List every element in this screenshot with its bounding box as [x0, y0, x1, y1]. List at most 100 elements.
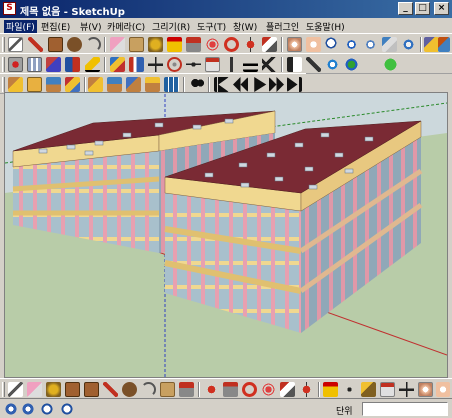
text-icon[interactable]: [205, 57, 220, 72]
axis-icon[interactable]: [243, 57, 258, 72]
follow-me-icon[interactable]: [261, 382, 276, 397]
plugin-icon[interactable]: [129, 57, 144, 72]
group-icon[interactable]: [27, 57, 42, 72]
measurement-input[interactable]: [362, 402, 448, 416]
circle-icon[interactable]: [67, 37, 82, 52]
make-component-icon[interactable]: [46, 57, 61, 72]
menu-view[interactable]: 뷰(V): [80, 20, 101, 33]
rotate-icon[interactable]: [224, 37, 239, 52]
orbit-icon[interactable]: [287, 37, 302, 52]
rectangle-icon[interactable]: [48, 37, 63, 52]
eraser-icon[interactable]: [27, 382, 42, 397]
paint-icon[interactable]: [46, 382, 61, 397]
pan-icon[interactable]: [436, 382, 450, 397]
minimize-button[interactable]: _: [398, 2, 413, 15]
credits-icon[interactable]: [21, 402, 35, 416]
position-camera-icon[interactable]: [382, 37, 397, 52]
menu-edit[interactable]: 편집(E): [41, 20, 70, 33]
menu-camera[interactable]: 카메라(C): [107, 20, 145, 33]
menu-window[interactable]: 창(W): [233, 20, 257, 33]
top-view-icon[interactable]: [145, 77, 160, 92]
geo-location-icon[interactable]: [4, 402, 18, 416]
warning-icon[interactable]: [85, 57, 100, 72]
rotate-icon[interactable]: [242, 382, 257, 397]
menu-draw[interactable]: 그리기(R): [152, 20, 190, 33]
arc-icon[interactable]: [86, 37, 101, 52]
protractor-icon[interactable]: [186, 57, 201, 72]
toolbar-grip[interactable]: [2, 382, 5, 397]
pencil-icon[interactable]: [103, 382, 118, 397]
toolbar-grip[interactable]: [2, 37, 5, 52]
close-button[interactable]: ×: [434, 2, 449, 15]
3d-text-icon[interactable]: [224, 57, 239, 72]
front-view-icon[interactable]: [164, 77, 179, 92]
paint-bucket-icon[interactable]: [148, 37, 163, 52]
front-view-icon[interactable]: [46, 77, 61, 92]
maximize-button[interactable]: □: [415, 2, 430, 15]
instructor-icon[interactable]: [40, 402, 54, 416]
move-icon[interactable]: [204, 382, 219, 397]
left-view-icon[interactable]: [126, 77, 141, 92]
cube-icon[interactable]: [110, 57, 125, 72]
shape-icon[interactable]: [160, 382, 175, 397]
eraser-icon[interactable]: [110, 37, 125, 52]
push-pull-icon[interactable]: [179, 382, 194, 397]
ie-icon[interactable]: [325, 57, 340, 72]
axes-icon[interactable]: [148, 57, 163, 72]
offset-icon[interactable]: [299, 382, 314, 397]
text-icon[interactable]: [380, 382, 395, 397]
model-scene[interactable]: [5, 93, 447, 377]
select-icon[interactable]: [8, 382, 23, 397]
zoom-extents-icon[interactable]: [344, 37, 359, 52]
pan-icon[interactable]: [306, 37, 321, 52]
wand-icon[interactable]: [287, 57, 302, 72]
orbit-icon[interactable]: [418, 382, 433, 397]
right-view-icon[interactable]: [65, 77, 80, 92]
component-icon[interactable]: [8, 57, 23, 72]
section-icon[interactable]: [424, 37, 439, 52]
scissor-icon[interactable]: [262, 57, 277, 72]
walk-icon[interactable]: [363, 37, 378, 52]
toolbar-grip[interactable]: [2, 77, 5, 92]
iso-view-icon[interactable]: [8, 77, 23, 92]
offset-icon[interactable]: [243, 37, 258, 52]
help-icon[interactable]: [383, 57, 398, 72]
scale-icon[interactable]: [280, 382, 295, 397]
menu-help[interactable]: 도움말(H): [306, 20, 345, 33]
circle-icon[interactable]: [122, 382, 137, 397]
globe-icon[interactable]: [344, 57, 359, 72]
tape-icon[interactable]: [323, 382, 338, 397]
tape-icon[interactable]: [167, 37, 182, 52]
look-around-icon[interactable]: [401, 37, 416, 52]
menu-plugins[interactable]: 플러그인: [266, 20, 299, 33]
wand-icon[interactable]: [306, 57, 321, 72]
arc-icon[interactable]: [141, 382, 156, 397]
dimension-icon[interactable]: [342, 382, 357, 397]
first-frame-icon[interactable]: [214, 77, 229, 92]
pencil-icon[interactable]: [28, 37, 43, 52]
protractor-icon[interactable]: [361, 382, 376, 397]
top-view-icon[interactable]: [27, 77, 42, 92]
rectangle-icon[interactable]: [84, 382, 99, 397]
push-pull-icon[interactable]: [223, 382, 238, 397]
shape-icon[interactable]: [129, 37, 144, 52]
next-frame-icon[interactable]: [269, 77, 284, 92]
texture-icon[interactable]: [65, 57, 80, 72]
paint-icon[interactable]: [438, 37, 450, 52]
previous-frame-icon[interactable]: [233, 77, 248, 92]
camera-icon[interactable]: [190, 77, 205, 92]
help-icon[interactable]: [60, 402, 74, 416]
play-icon[interactable]: [254, 77, 267, 92]
dimension-icon[interactable]: [167, 57, 182, 72]
back-view-icon[interactable]: [107, 77, 122, 92]
axis-icon[interactable]: [399, 382, 414, 397]
follow-me-icon[interactable]: [205, 37, 220, 52]
sketchup-logo-icon[interactable]: S: [3, 2, 16, 15]
push-pull-icon[interactable]: [186, 37, 201, 52]
rectangle-icon[interactable]: [65, 382, 80, 397]
menu-file[interactable]: 파일(F): [4, 20, 37, 33]
menu-tools[interactable]: 도구(T): [197, 20, 226, 33]
move-icon[interactable]: [262, 37, 277, 52]
toolbar-grip[interactable]: [2, 57, 5, 72]
zoom-icon[interactable]: [325, 37, 340, 52]
